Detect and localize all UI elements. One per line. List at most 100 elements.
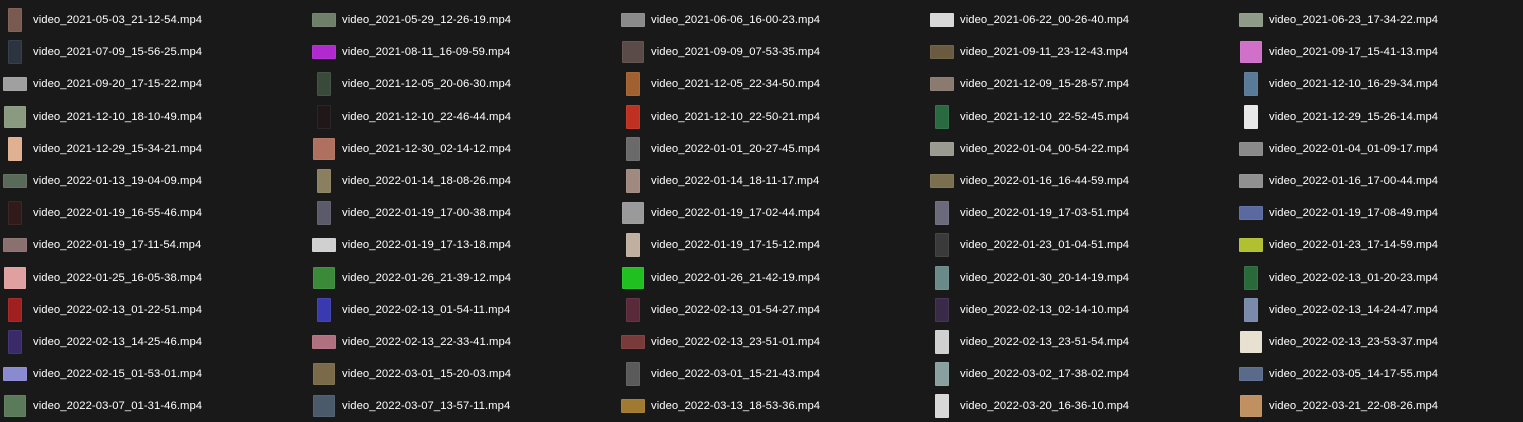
file-item[interactable]: video_2021-08-11_16-09-59.mp4 bbox=[309, 36, 618, 68]
file-item[interactable]: video_2021-06-06_16-00-23.mp4 bbox=[618, 4, 927, 36]
thumbnail-image bbox=[8, 40, 22, 65]
file-item[interactable]: video_2022-01-23_17-14-59.mp4 bbox=[1236, 229, 1523, 261]
file-item[interactable]: video_2021-09-20_17-15-22.mp4 bbox=[0, 68, 309, 100]
file-item[interactable]: video_2022-03-13_18-53-36.mp4 bbox=[618, 390, 927, 422]
file-item[interactable]: video_2022-03-07_13-57-11.mp4 bbox=[309, 390, 618, 422]
file-name-label: video_2021-12-05_22-34-50.mp4 bbox=[651, 78, 821, 91]
file-item[interactable]: video_2022-01-04_01-09-17.mp4 bbox=[1236, 133, 1523, 165]
file-item[interactable]: video_2021-06-22_00-26-40.mp4 bbox=[927, 4, 1236, 36]
file-name-label: video_2022-01-04_01-09-17.mp4 bbox=[1269, 142, 1439, 155]
file-item[interactable]: video_2021-06-23_17-34-22.mp4 bbox=[1236, 4, 1523, 36]
thumbnail-image bbox=[8, 297, 22, 322]
file-item[interactable]: video_2022-01-26_21-39-12.mp4 bbox=[309, 262, 618, 294]
file-item[interactable]: video_2022-02-13_14-25-46.mp4 bbox=[0, 326, 309, 358]
file-item[interactable]: video_2021-12-29_15-34-21.mp4 bbox=[0, 133, 309, 165]
file-item[interactable]: video_2021-12-29_15-26-14.mp4 bbox=[1236, 101, 1523, 133]
file-item[interactable]: video_2022-02-13_23-51-54.mp4 bbox=[927, 326, 1236, 358]
thumbnail-image bbox=[1244, 104, 1258, 129]
file-item[interactable]: video_2022-02-13_14-24-47.mp4 bbox=[1236, 294, 1523, 326]
file-item[interactable]: video_2022-02-13_01-54-11.mp4 bbox=[309, 294, 618, 326]
file-item[interactable]: video_2022-01-14_18-08-26.mp4 bbox=[309, 165, 618, 197]
thumbnail-image bbox=[8, 201, 22, 226]
file-name-label: video_2021-05-03_21-12-54.mp4 bbox=[33, 14, 203, 27]
file-item[interactable]: video_2022-03-01_15-21-43.mp4 bbox=[618, 358, 927, 390]
file-name-label: video_2022-02-13_02-14-10.mp4 bbox=[960, 303, 1130, 316]
file-item[interactable]: video_2022-01-04_00-54-22.mp4 bbox=[927, 133, 1236, 165]
file-name-label: video_2022-01-14_18-11-17.mp4 bbox=[651, 175, 820, 188]
file-name-label: video_2021-06-06_16-00-23.mp4 bbox=[651, 14, 821, 27]
file-item[interactable]: video_2022-01-19_17-15-12.mp4 bbox=[618, 229, 927, 261]
thumbnail-image bbox=[930, 13, 954, 28]
file-item[interactable]: video_2022-03-07_01-31-46.mp4 bbox=[0, 390, 309, 422]
file-item[interactable]: video_2022-01-30_20-14-19.mp4 bbox=[927, 262, 1236, 294]
video-thumbnail-icon bbox=[1239, 169, 1263, 193]
file-item[interactable]: video_2022-01-13_19-04-09.mp4 bbox=[0, 165, 309, 197]
thumbnail-image bbox=[4, 105, 26, 128]
video-thumbnail-icon bbox=[621, 394, 645, 418]
file-item[interactable]: video_2022-03-20_16-36-10.mp4 bbox=[927, 390, 1236, 422]
file-item[interactable]: video_2022-01-19_17-00-38.mp4 bbox=[309, 197, 618, 229]
file-item[interactable]: video_2021-12-09_15-28-57.mp4 bbox=[927, 68, 1236, 100]
video-thumbnail-icon bbox=[312, 72, 336, 97]
file-name-label: video_2022-03-02_17-38-02.mp4 bbox=[960, 368, 1130, 381]
file-item[interactable]: video_2022-03-05_14-17-55.mp4 bbox=[1236, 358, 1523, 390]
file-item[interactable]: video_2022-03-01_15-20-03.mp4 bbox=[309, 358, 618, 390]
file-item[interactable]: video_2022-01-23_01-04-51.mp4 bbox=[927, 229, 1236, 261]
file-item[interactable]: video_2021-12-10_18-10-49.mp4 bbox=[0, 101, 309, 133]
file-name-label: video_2022-02-13_01-54-11.mp4 bbox=[342, 303, 511, 316]
file-item[interactable]: video_2022-01-19_17-08-49.mp4 bbox=[1236, 197, 1523, 229]
file-item[interactable]: video_2021-12-05_22-34-50.mp4 bbox=[618, 68, 927, 100]
file-item[interactable]: video_2022-01-19_16-55-46.mp4 bbox=[0, 197, 309, 229]
video-thumbnail-icon bbox=[930, 233, 954, 258]
file-item[interactable]: video_2022-01-16_17-00-44.mp4 bbox=[1236, 165, 1523, 197]
file-item[interactable]: video_2021-12-10_22-52-45.mp4 bbox=[927, 101, 1236, 133]
file-name-label: video_2022-01-19_17-00-38.mp4 bbox=[342, 207, 512, 220]
file-item[interactable]: video_2022-02-13_01-54-27.mp4 bbox=[618, 294, 927, 326]
file-item[interactable]: video_2021-12-05_20-06-30.mp4 bbox=[309, 68, 618, 100]
video-thumbnail-icon bbox=[312, 137, 336, 161]
file-name-label: video_2022-01-13_19-04-09.mp4 bbox=[33, 175, 203, 188]
file-name-label: video_2021-09-17_15-41-13.mp4 bbox=[1269, 46, 1439, 59]
video-thumbnail-icon bbox=[3, 201, 27, 226]
file-item[interactable]: video_2022-02-13_23-53-37.mp4 bbox=[1236, 326, 1523, 358]
file-item[interactable]: video_2022-01-19_17-03-51.mp4 bbox=[927, 197, 1236, 229]
file-item[interactable]: video_2022-01-26_21-42-19.mp4 bbox=[618, 262, 927, 294]
file-item[interactable]: video_2022-02-13_01-20-23.mp4 bbox=[1236, 262, 1523, 294]
file-item[interactable]: video_2022-02-15_01-53-01.mp4 bbox=[0, 358, 309, 390]
file-item[interactable]: video_2021-09-11_23-12-43.mp4 bbox=[927, 36, 1236, 68]
file-item[interactable]: video_2022-02-13_01-22-51.mp4 bbox=[0, 294, 309, 326]
file-item[interactable]: video_2022-01-14_18-11-17.mp4 bbox=[618, 165, 927, 197]
file-item[interactable]: video_2022-02-13_23-51-01.mp4 bbox=[618, 326, 927, 358]
file-item[interactable]: video_2022-01-25_16-05-38.mp4 bbox=[0, 262, 309, 294]
file-item[interactable]: video_2021-09-09_07-53-35.mp4 bbox=[618, 36, 927, 68]
file-item[interactable]: video_2021-05-03_21-12-54.mp4 bbox=[0, 4, 309, 36]
video-thumbnail-icon bbox=[312, 233, 336, 257]
thumbnail-image bbox=[1240, 330, 1262, 353]
thumbnail-image bbox=[622, 41, 644, 64]
file-item[interactable]: video_2022-01-16_16-44-59.mp4 bbox=[927, 165, 1236, 197]
file-item[interactable]: video_2021-12-10_16-29-34.mp4 bbox=[1236, 68, 1523, 100]
file-item[interactable]: video_2022-03-02_17-38-02.mp4 bbox=[927, 358, 1236, 390]
file-item[interactable]: video_2021-12-30_02-14-12.mp4 bbox=[309, 133, 618, 165]
file-name-label: video_2022-01-16_17-00-44.mp4 bbox=[1269, 175, 1439, 188]
file-name-label: video_2022-01-26_21-42-19.mp4 bbox=[651, 271, 821, 284]
file-item[interactable]: video_2022-01-19_17-02-44.mp4 bbox=[618, 197, 927, 229]
thumbnail-image bbox=[1239, 367, 1263, 382]
file-item[interactable]: video_2021-05-29_12-26-19.mp4 bbox=[309, 4, 618, 36]
file-item[interactable]: video_2022-01-01_20-27-45.mp4 bbox=[618, 133, 927, 165]
file-item[interactable]: video_2021-07-09_15-56-25.mp4 bbox=[0, 36, 309, 68]
file-item[interactable]: video_2022-02-13_02-14-10.mp4 bbox=[927, 294, 1236, 326]
thumbnail-image bbox=[312, 45, 336, 60]
video-thumbnail-icon bbox=[930, 394, 954, 419]
file-item[interactable]: video_2021-12-10_22-46-44.mp4 bbox=[309, 101, 618, 133]
file-name-label: video_2021-12-10_18-10-49.mp4 bbox=[33, 110, 203, 123]
file-item[interactable]: video_2022-01-19_17-11-54.mp4 bbox=[0, 229, 309, 261]
file-item[interactable]: video_2022-03-21_22-08-26.mp4 bbox=[1236, 390, 1523, 422]
thumbnail-image bbox=[317, 169, 331, 194]
thumbnail-image bbox=[622, 202, 644, 225]
file-item[interactable]: video_2021-12-10_22-50-21.mp4 bbox=[618, 101, 927, 133]
video-thumbnail-icon bbox=[1239, 233, 1263, 257]
file-item[interactable]: video_2022-01-19_17-13-18.mp4 bbox=[309, 229, 618, 261]
file-item[interactable]: video_2021-09-17_15-41-13.mp4 bbox=[1236, 36, 1523, 68]
file-item[interactable]: video_2022-02-13_22-33-41.mp4 bbox=[309, 326, 618, 358]
